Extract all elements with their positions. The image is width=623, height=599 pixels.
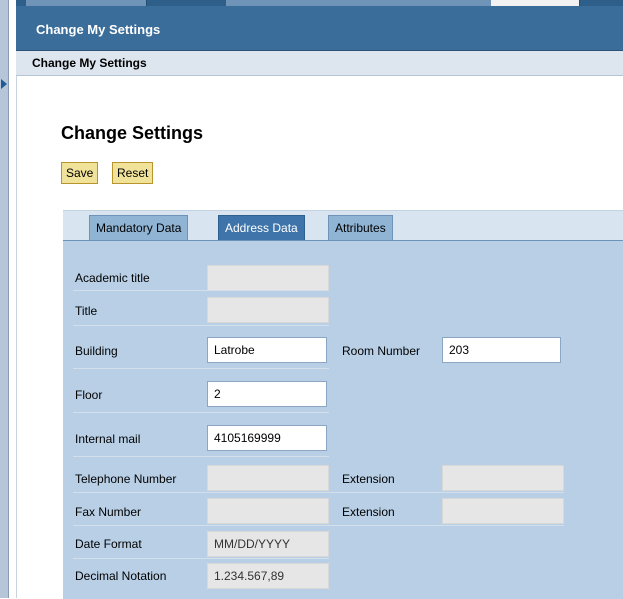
room-number-input[interactable]: 203 bbox=[442, 337, 561, 363]
triangle-right-icon[interactable] bbox=[1, 79, 7, 89]
fax-extension-field bbox=[442, 498, 564, 524]
internal-mail-label: Internal mail bbox=[75, 432, 141, 446]
telephone-number-label: Telephone Number bbox=[75, 472, 177, 486]
telephone-extension-label: Extension bbox=[342, 472, 395, 486]
header-bar: Change My Settings bbox=[16, 6, 623, 51]
navigation-sidebar bbox=[0, 0, 9, 598]
page-title-bar: Change My Settings bbox=[16, 51, 623, 76]
floor-label: Floor bbox=[75, 388, 103, 402]
internal-mail-input[interactable]: 4105169999 bbox=[207, 425, 327, 451]
address-data-panel: Academic title Title Building Latrobe Ro… bbox=[63, 240, 623, 599]
tab-bar: Mandatory Data Address Data Attributes bbox=[63, 210, 623, 241]
section-heading: Change Settings bbox=[61, 123, 204, 143]
row-divider bbox=[73, 412, 329, 413]
telephone-extension-field bbox=[442, 465, 564, 491]
academic-title-label: Academic title bbox=[75, 271, 150, 285]
building-input[interactable]: Latrobe bbox=[207, 337, 327, 363]
row-divider bbox=[73, 290, 329, 291]
page-title: Change My Settings bbox=[32, 56, 147, 70]
row-divider bbox=[73, 325, 329, 326]
tab-address-data[interactable]: Address Data bbox=[218, 215, 305, 240]
date-format-label: Date Format bbox=[75, 537, 142, 551]
row-divider bbox=[73, 525, 564, 526]
fax-number-field bbox=[207, 498, 329, 524]
title-field bbox=[207, 297, 329, 323]
tab-attributes[interactable]: Attributes bbox=[328, 215, 393, 240]
row-divider bbox=[73, 368, 329, 369]
row-divider bbox=[73, 456, 329, 457]
header-bar-title: Change My Settings bbox=[36, 22, 161, 37]
decimal-notation-value: 1.234.567,89 bbox=[207, 563, 329, 589]
reset-button[interactable]: Reset bbox=[112, 162, 154, 184]
tab-mandatory-data[interactable]: Mandatory Data bbox=[89, 215, 189, 240]
title-label: Title bbox=[75, 304, 98, 318]
telephone-number-field bbox=[207, 465, 329, 491]
building-label: Building bbox=[75, 344, 118, 358]
date-format-value: MM/DD/YYYY bbox=[207, 531, 329, 557]
room-number-label: Room Number bbox=[342, 344, 421, 358]
academic-title-field bbox=[207, 265, 329, 291]
row-divider bbox=[73, 558, 329, 559]
save-button[interactable]: Save bbox=[61, 162, 99, 184]
floor-input[interactable]: 2 bbox=[207, 381, 327, 407]
fax-extension-label: Extension bbox=[342, 505, 395, 519]
fax-number-label: Fax Number bbox=[75, 505, 142, 519]
content-divider bbox=[16, 76, 17, 598]
row-divider bbox=[73, 492, 564, 493]
decimal-notation-label: Decimal Notation bbox=[75, 569, 167, 583]
